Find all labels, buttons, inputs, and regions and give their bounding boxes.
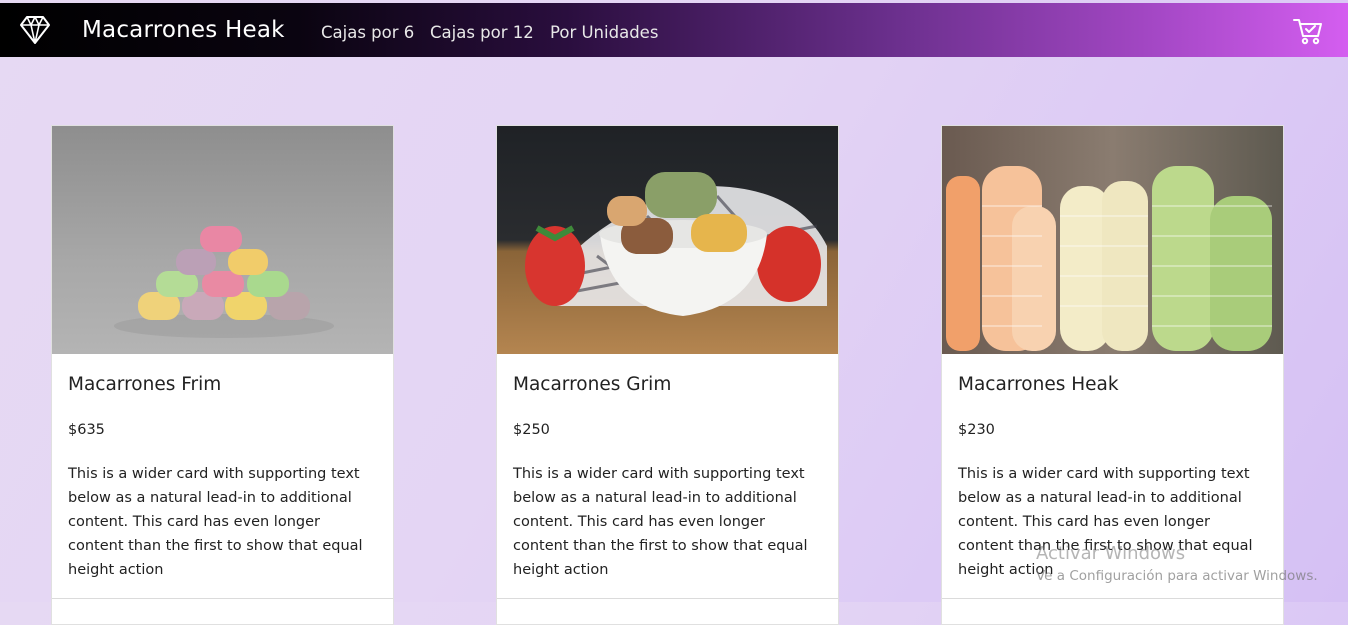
activation-watermark-title: Activar Windows xyxy=(1036,543,1186,564)
card-footer-divider xyxy=(942,598,1283,599)
shopping-cart-icon[interactable] xyxy=(1292,15,1324,47)
card-image-macaron-rows xyxy=(942,126,1283,354)
card-image-macarons-bowl xyxy=(497,126,838,354)
nav-link-cajas-6[interactable]: Cajas por 6 xyxy=(321,22,414,44)
brand-name[interactable]: Macarrones Heak xyxy=(82,16,285,44)
nav-link-cajas-12[interactable]: Cajas por 12 xyxy=(430,22,534,44)
card-footer-divider xyxy=(497,598,838,599)
top-navbar: Macarrones Heak Cajas por 6 Cajas por 12… xyxy=(0,3,1348,57)
card-image-macaron-pyramid xyxy=(52,126,393,354)
product-card-frim: Macarrones Frim $635 This is a wider car… xyxy=(51,125,394,625)
card-price: $635 xyxy=(68,422,105,438)
product-card-grim: Macarrones Grim $250 This is a wider car… xyxy=(496,125,839,625)
card-title: Macarrones Grim xyxy=(513,374,672,395)
card-price: $230 xyxy=(958,422,995,438)
activation-watermark-subtitle: Ve a Configuración para activar Windows. xyxy=(1036,568,1318,584)
diamond-icon[interactable] xyxy=(19,15,51,45)
card-title: Macarrones Frim xyxy=(68,374,222,395)
card-footer-divider xyxy=(52,598,393,599)
card-description: This is a wider card with supporting tex… xyxy=(513,466,808,578)
card-title: Macarrones Heak xyxy=(958,374,1119,395)
nav-link-por-unidades[interactable]: Por Unidades xyxy=(550,22,658,44)
card-description: This is a wider card with supporting tex… xyxy=(68,466,363,578)
card-description: This is a wider card with supporting tex… xyxy=(958,466,1253,578)
card-price: $250 xyxy=(513,422,550,438)
